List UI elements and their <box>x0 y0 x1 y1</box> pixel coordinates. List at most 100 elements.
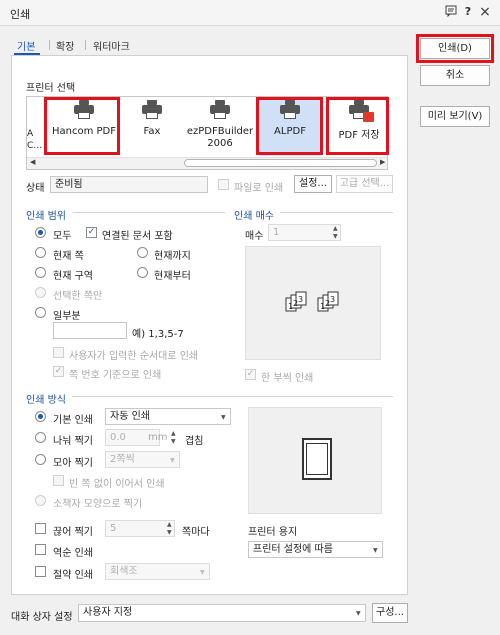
reverse-print-label: 역순 인쇄 <box>53 548 93 559</box>
highlight-pdf-save <box>326 97 389 155</box>
spread-up-icon[interactable]: ▲ <box>167 521 172 528</box>
radio-to-current-label: 현재까지 <box>154 251 191 262</box>
dialog-settings-select[interactable]: 사용자 지정 <box>78 604 366 622</box>
divider <box>73 212 225 213</box>
radio-split-print-label: 나눠 찍기 <box>53 436 93 447</box>
eco-print-label: 절약 인쇄 <box>53 570 93 581</box>
print-range-title: 인쇄 범위 <box>26 211 66 222</box>
radio-selection[interactable] <box>35 287 46 298</box>
preview-button[interactable]: 미리 보기(V) <box>420 106 490 127</box>
printer-icon <box>141 100 163 120</box>
radio-current-page-label: 현재 쪽 <box>53 251 84 262</box>
printer-item-partial[interactable]: A C… <box>27 128 42 152</box>
default-print-select[interactable]: 자동 인쇄 <box>105 408 231 425</box>
radio-all-label: 모두 <box>53 231 72 242</box>
by-page-number-checkbox[interactable]: ✓ <box>53 366 64 377</box>
copies-title: 인쇄 매수 <box>234 211 274 222</box>
chevron-down-icon[interactable]: ▼ <box>221 414 226 421</box>
copies-count-label: 매수 <box>245 231 264 242</box>
radio-current-page[interactable] <box>35 247 46 258</box>
radio-from-current[interactable] <box>137 267 148 278</box>
chevron-down-icon[interactable]: ▼ <box>373 547 378 554</box>
config-button[interactable]: 구성... <box>372 603 408 623</box>
scroll-thumb[interactable] <box>184 159 377 167</box>
divider <box>72 396 393 397</box>
radio-default-print-label: 기본 인쇄 <box>53 415 93 426</box>
eco-print-select[interactable]: 회색조 <box>105 563 210 580</box>
radio-default-print[interactable] <box>35 411 46 422</box>
radio-current-section[interactable] <box>35 267 46 278</box>
printer-paper-select[interactable]: 프린터 설정에 따름 <box>248 541 383 558</box>
copies-up-icon[interactable]: ▲ <box>333 225 338 232</box>
radio-to-current[interactable] <box>137 247 148 258</box>
per-page-label: 쪽마다 <box>182 527 210 538</box>
printer-item-fax[interactable]: Fax <box>126 100 178 137</box>
radio-gather-print-label: 모아 찍기 <box>53 458 93 469</box>
tab-separator <box>85 40 86 50</box>
file-print-checkbox[interactable] <box>218 179 229 190</box>
highlight-hancom-pdf <box>44 97 120 155</box>
help-icon[interactable]: ? <box>461 5 475 19</box>
paper-margin <box>306 443 328 475</box>
printer-icon <box>209 100 231 120</box>
highlight-print-button <box>416 34 494 63</box>
include-linked-checkbox[interactable]: ✓ <box>86 227 97 238</box>
settings-button[interactable]: 설정... <box>294 175 332 193</box>
split-up-icon[interactable]: ▲ <box>171 430 176 437</box>
chevron-down-icon[interactable]: ▼ <box>170 457 175 464</box>
radio-partial[interactable] <box>35 307 46 318</box>
radio-partial-label: 일부분 <box>53 311 81 322</box>
printer-item-label: ezPDFBuilder 2006 <box>186 126 254 149</box>
include-linked-label: 연결된 문서 포함 <box>102 231 173 242</box>
gather-select[interactable]: 2쪽씩 <box>105 451 180 468</box>
by-page-number-label: 쪽 번호 기준으로 인쇄 <box>69 370 162 381</box>
collate-checkbox[interactable]: ✓ <box>245 369 256 380</box>
printer-select-label: 프린터 선택 <box>26 83 76 94</box>
reverse-print-checkbox[interactable] <box>35 544 46 555</box>
user-order-checkbox[interactable] <box>53 347 64 358</box>
window-title: 인쇄 <box>10 8 31 21</box>
tab-watermark[interactable]: 워터마크 <box>93 38 130 53</box>
tab-extended[interactable]: 확장 <box>56 38 74 53</box>
copies-down-icon[interactable]: ▼ <box>333 233 338 240</box>
no-blank-checkbox[interactable] <box>53 475 64 486</box>
radio-booklet[interactable] <box>35 495 46 506</box>
printer-item-label: Fax <box>143 126 161 137</box>
radio-gather-print[interactable] <box>35 454 46 465</box>
eco-print-checkbox[interactable] <box>35 566 46 577</box>
printer-item-ezpdfbuilder[interactable]: ezPDFBuilder 2006 <box>184 100 256 150</box>
cancel-button[interactable]: 취소 <box>420 65 490 86</box>
split-unit-label: mm <box>148 432 168 443</box>
spread-down-icon[interactable]: ▼ <box>167 529 172 536</box>
chat-icon[interactable] <box>444 5 458 19</box>
partial-example-label: 예) 1,3,5-7 <box>132 329 184 340</box>
dialog-settings-label: 대화 상자 설정 <box>11 612 73 623</box>
spread-value-input[interactable]: 5 <box>105 520 175 537</box>
chevron-down-icon[interactable]: ▼ <box>356 610 361 617</box>
tab-basic[interactable]: 기본 <box>17 38 35 53</box>
radio-booklet-label: 소책자 모양으로 찍기 <box>53 499 143 510</box>
spread-print-label: 끊어 찍기 <box>53 527 93 538</box>
radio-all[interactable] <box>35 227 46 238</box>
user-order-label: 사용자가 입력한 순서대로 인쇄 <box>69 351 199 362</box>
copies-count-input[interactable]: 1 <box>268 224 341 241</box>
title-bar <box>0 0 500 26</box>
file-print-label: 파일로 인쇄 <box>234 183 284 194</box>
print-method-title: 인쇄 방식 <box>26 395 66 406</box>
scroll-left-icon[interactable]: ◀ <box>30 158 35 166</box>
radio-current-section-label: 현재 구역 <box>53 271 93 282</box>
collate-page-number: 3 <box>298 295 303 304</box>
collate-pages-icon: 1 2 3 1 2 3 <box>285 291 339 312</box>
spread-print-checkbox[interactable] <box>35 523 46 534</box>
partial-range-input[interactable] <box>53 322 127 339</box>
split-down-icon[interactable]: ▼ <box>171 438 176 445</box>
scroll-right-icon[interactable]: ▶ <box>380 158 385 166</box>
close-icon[interactable]: × <box>478 5 492 19</box>
radio-selection-label: 선택한 쪽만 <box>53 291 103 302</box>
radio-from-current-label: 현재부터 <box>154 271 191 282</box>
highlight-alpdf <box>256 97 323 155</box>
chevron-down-icon[interactable]: ▼ <box>200 569 205 576</box>
radio-split-print[interactable] <box>35 432 46 443</box>
advanced-select-button[interactable]: 고급 선택... <box>336 175 393 193</box>
printer-paper-label: 프린터 용지 <box>248 527 298 538</box>
